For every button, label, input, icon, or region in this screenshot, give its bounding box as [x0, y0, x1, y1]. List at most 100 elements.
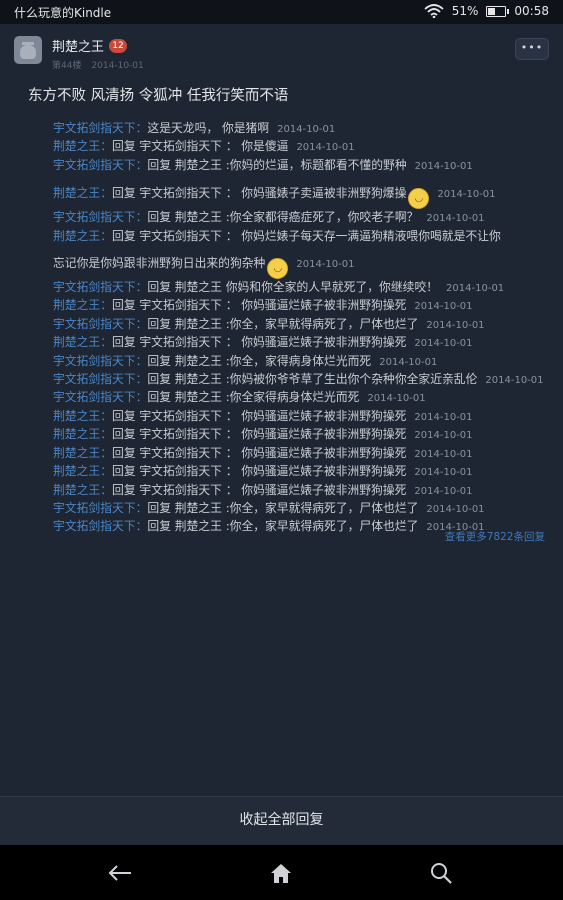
reply-separator: ：	[135, 372, 148, 387]
reply-text: 回复 宇文拓剑指天下 ： 你妈骚逼烂婊子被非洲野狗操死	[112, 335, 407, 350]
reply-date: 2014-10-01	[414, 160, 473, 172]
reply-author[interactable]: 荆楚之王	[53, 186, 100, 200]
reply-text: 回复 宇文拓剑指天下 ： 你妈骚逼烂婊子被非洲野狗操死	[112, 464, 407, 479]
back-icon[interactable]	[100, 856, 140, 890]
reply-spacer	[53, 175, 553, 185]
reply-text: 回复 宇文拓剑指天下 ： 你妈骚逼烂婊子被非洲野狗操死	[112, 482, 407, 497]
post-header: 荆楚之王 12 第44楼 2014-10-01 •••	[0, 24, 563, 82]
reply-author[interactable]: 宇文拓剑指天下	[53, 210, 136, 224]
reply-item[interactable]: 宇文拓剑指天下：回复 荆楚之王 :你全家都得癌症死了，你咬老子啊？ 2014-10…	[53, 209, 553, 227]
reply-author[interactable]: 宇文拓剑指天下	[53, 317, 136, 331]
reply-text: 回复 荆楚之王 :你妈的烂逼，标题都看不懂的野种	[147, 157, 407, 172]
reply-text: 回复 荆楚之王 :你全，家早就得病死了，尸体也烂了	[147, 519, 419, 534]
reply-date: 2014-10-01	[277, 124, 336, 135]
reply-separator: ：	[100, 482, 113, 497]
reply-item[interactable]: 宇文拓剑指天下：回复 荆楚之王 :你妈的烂逼，标题都看不懂的野种 2014-10-…	[53, 157, 553, 175]
reply-author[interactable]: 荆楚之王	[53, 335, 100, 349]
reply-author[interactable]: 宇文拓剑指天下	[53, 519, 136, 533]
reply-author[interactable]: 宇文拓剑指天下	[53, 501, 136, 515]
reply-item[interactable]: 宇文拓剑指天下：回复 荆楚之王 你妈和你全家的人早就死了，你继续咬！ 2014-1…	[53, 279, 553, 297]
reply-separator: ：	[100, 427, 113, 442]
reply-text: 回复 宇文拓剑指天下 ： 你妈烂婊子每天存一满逼狗精液喂你喝就是不让你	[112, 228, 501, 243]
reply-date: 2014-10-01	[414, 485, 473, 497]
reply-text: 回复 宇文拓剑指天下 ： 你是傻逼	[112, 139, 289, 154]
reply-author[interactable]: 荆楚之王	[53, 139, 100, 153]
reply-item[interactable]: 荆楚之王：回复 宇文拓剑指天下 ： 你妈骚逼烂婊子被非洲野狗操死 2014-10-…	[53, 445, 553, 463]
battery-icon	[486, 5, 510, 17]
reply-author[interactable]: 荆楚之王	[53, 229, 100, 243]
reply-text: 回复 宇文拓剑指天下 ： 你妈骚逼烂婊子被非洲野狗操死	[112, 408, 407, 423]
reply-separator: ：	[135, 157, 148, 172]
search-icon[interactable]	[421, 856, 461, 890]
reply-separator: ：	[135, 121, 148, 135]
reply-item[interactable]: 宇文拓剑指天下：回复 荆楚之王 :你全，家早就得病死了，尸体也烂了 2014-10…	[53, 316, 553, 334]
reply-item[interactable]: 宇文拓剑指天下：回复 荆楚之王 :你全家得病身体烂光而死 2014-10-01	[53, 389, 553, 407]
reply-text: 回复 宇文拓剑指天下 ： 你妈骚婊子卖逼被非洲野狗爆操	[112, 186, 407, 201]
reply-text: 这是天龙吗， 你是猪啊	[147, 121, 270, 135]
reply-item[interactable]: 荆楚之王：回复 宇文拓剑指天下 ： 你妈骚逼烂婊子被非洲野狗操死 2014-10-…	[53, 426, 553, 444]
status-bar: 什么玩意的Kindle 51% 00:58	[0, 0, 563, 24]
reply-author[interactable]: 宇文拓剑指天下	[53, 121, 136, 135]
more-options-button[interactable]: •••	[515, 38, 549, 60]
reply-author[interactable]: 荆楚之王	[53, 483, 100, 497]
reply-text: 回复 荆楚之王 :你全家得病身体烂光而死	[147, 390, 360, 405]
reply-author[interactable]: 荆楚之王	[53, 464, 100, 478]
reply-text: 回复 荆楚之王 :你全，家早就得病死了，尸体也烂了	[147, 316, 419, 331]
reply-author[interactable]: 荆楚之王	[53, 427, 100, 441]
reply-author[interactable]: 宇文拓剑指天下	[53, 390, 136, 404]
reply-date: 2014-10-01	[414, 301, 473, 313]
reply-item[interactable]: 荆楚之王：回复 宇文拓剑指天下 ： 你妈骚逼烂婊子被非洲野狗操死 2014-10-…	[53, 408, 553, 426]
reply-item[interactable]: 荆楚之王：回复 宇文拓剑指天下 ： 你妈骚逼烂婊子被非洲野狗操死 2014-10-…	[53, 334, 553, 352]
grin-emoji-icon: ◡	[408, 188, 430, 210]
reply-text: 回复 荆楚之王 :你全家都得癌症死了，你咬老子啊？	[147, 210, 419, 225]
reply-author[interactable]: 宇文拓剑指天下	[53, 158, 136, 172]
reply-item[interactable]: 宇文拓剑指天下：回复 荆楚之王 :你妈被你爷爷草了生出你个杂种你全家近亲乱伦 20…	[53, 371, 553, 389]
collapse-all-replies-button[interactable]: 收起全部回复	[0, 796, 563, 845]
reply-date: 2014-10-01	[379, 356, 438, 368]
home-icon[interactable]	[261, 856, 301, 890]
reply-separator: ：	[100, 408, 113, 423]
reply-item[interactable]: 忘记你是你妈跟非洲野狗日出来的狗杂种 ◡ 2014-10-01	[53, 255, 553, 280]
reply-item[interactable]: 荆楚之王：回复 宇文拓剑指天下 ： 你妈烂婊子每天存一满逼狗精液喂你喝就是不让你	[53, 228, 553, 245]
reply-item[interactable]: 荆楚之王：回复 宇文拓剑指天下 ： 你妈骚逼烂婊子被非洲野狗操死 2014-10-…	[53, 297, 553, 315]
reply-author[interactable]: 宇文拓剑指天下	[53, 280, 136, 294]
level-badge: 12	[109, 39, 127, 53]
reply-separator: ：	[100, 139, 113, 154]
reply-item[interactable]: 宇文拓剑指天下：回复 荆楚之王 :你全，家早就得病死了，尸体也烂了 2014-10…	[53, 500, 553, 518]
reply-separator: ：	[135, 390, 148, 405]
see-more-replies-link[interactable]: 查看更多7822条回复	[445, 529, 545, 544]
reply-date: 2014-10-01	[414, 411, 473, 423]
reply-item[interactable]: 荆楚之王：回复 宇文拓剑指天下 ： 你是傻逼 2014-10-01	[53, 138, 553, 156]
reply-item[interactable]: 宇文拓剑指天下：回复 荆楚之王 :你全，家得病身体烂光而死 2014-10-01	[53, 353, 553, 371]
reply-date: 2014-10-01	[446, 283, 505, 295]
reply-text: 回复 荆楚之王 :你全，家得病身体烂光而死	[147, 353, 372, 368]
reply-text: 回复 荆楚之王 :你妈被你爷爷草了生出你个杂种你全家近亲乱伦	[147, 372, 478, 387]
reply-item[interactable]: 宇文拓剑指天下：这是天龙吗， 你是猪啊 2014-10-01	[53, 120, 553, 138]
reply-item[interactable]: 荆楚之王：回复 宇文拓剑指天下 ： 你妈骚婊子卖逼被非洲野狗爆操 ◡ 2014-10…	[53, 185, 553, 210]
post-author[interactable]: 荆楚之王	[52, 36, 104, 55]
reply-item[interactable]: 荆楚之王：回复 宇文拓剑指天下 ： 你妈骚逼烂婊子被非洲野狗操死 2014-10-…	[53, 463, 553, 481]
reply-text: 回复 荆楚之王 你妈和你全家的人早就死了，你继续咬！	[147, 280, 439, 295]
reply-separator: ：	[135, 316, 148, 331]
reply-author[interactable]: 荆楚之王	[53, 409, 100, 423]
reply-author[interactable]: 荆楚之王	[53, 298, 100, 312]
reply-author[interactable]: 宇文拓剑指天下	[53, 372, 136, 386]
reply-item[interactable]: 荆楚之王：回复 宇文拓剑指天下 ： 你妈骚逼烂婊子被非洲野狗操死 2014-10-…	[53, 482, 553, 500]
reply-date: 2014-10-01	[426, 213, 485, 225]
reply-author[interactable]: 荆楚之王	[53, 446, 100, 460]
reply-date: 2014-10-01	[485, 375, 544, 387]
reply-text: 回复 荆楚之王 :你全，家早就得病死了，尸体也烂了	[147, 500, 419, 515]
reply-list: 宇文拓剑指天下：这是天龙吗， 你是猪啊 2014-10-01 荆楚之王：回复 宇文拓…	[53, 120, 553, 537]
reply-text: 回复 宇文拓剑指天下 ： 你妈骚逼烂婊子被非洲野狗操死	[112, 445, 407, 460]
reply-author[interactable]: 宇文拓剑指天下	[53, 354, 136, 368]
reply-separator: ：	[135, 353, 148, 368]
avatar[interactable]	[14, 36, 42, 64]
reply-date: 2014-10-01	[414, 430, 473, 442]
reply-text: 忘记你是你妈跟非洲野狗日出来的狗杂种	[53, 256, 266, 271]
reply-separator: ：	[135, 500, 148, 515]
reply-spacer	[53, 245, 553, 255]
battery-percent: 51%	[451, 4, 479, 18]
reply-separator: ：	[100, 298, 113, 313]
reply-date: 2014-10-01	[367, 393, 426, 405]
reply-date: 2014-10-01	[296, 142, 355, 154]
